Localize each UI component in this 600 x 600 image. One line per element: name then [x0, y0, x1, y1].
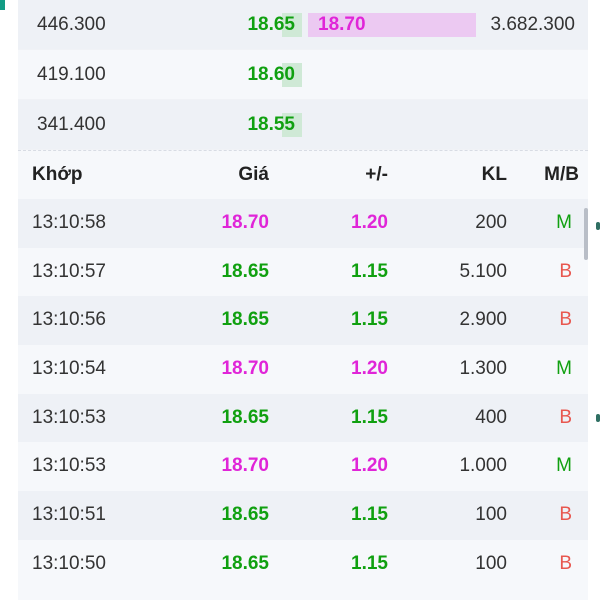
trade-time: 13:10:53	[32, 455, 106, 477]
trade-volume: 400	[475, 406, 507, 428]
trade-time: 13:10:54	[32, 358, 106, 380]
bid-price: 18.65	[247, 14, 295, 35]
trade-change: 1.15	[351, 504, 388, 526]
trade-row: 13:10:50 18.65 1.15 100 B	[18, 539, 588, 589]
trade-change: 1.20	[351, 358, 388, 380]
matched-trades-list[interactable]: 13:10:58 18.70 1.20 200 M 13:10:57 18.65 1.15 5.…	[18, 199, 588, 589]
ask-volume: 3.682.300	[490, 14, 575, 35]
trade-side: B	[559, 552, 572, 574]
trade-change: 1.15	[351, 309, 388, 331]
trade-price: 18.65	[221, 309, 269, 331]
right-edge-marker	[596, 222, 600, 230]
trade-time: 13:10:57	[32, 260, 106, 282]
trades-header: Khớp Giá +/- KL M/B	[18, 151, 588, 199]
bid-price: 18.60	[247, 64, 295, 85]
trade-change: 1.20	[351, 455, 388, 477]
header-price: Giá	[238, 164, 269, 185]
trade-volume: 5.100	[459, 260, 507, 282]
trade-volume: 100	[475, 504, 507, 526]
trade-side: B	[559, 309, 572, 331]
right-edge-marker	[596, 414, 600, 422]
trade-row: 13:10:56 18.65 1.15 2.900 B	[18, 296, 588, 346]
trade-side: M	[556, 455, 572, 477]
trade-volume: 2.900	[459, 309, 507, 331]
trade-side: M	[556, 358, 572, 380]
trade-change: 1.15	[351, 552, 388, 574]
trade-side: B	[559, 260, 572, 282]
scrollbar-thumb[interactable]	[584, 208, 588, 260]
trade-change: 1.20	[351, 212, 388, 233]
header-change: +/-	[365, 164, 388, 185]
trade-side: B	[559, 504, 572, 526]
trade-row: 13:10:53 18.70 1.20 1.000 M	[18, 442, 588, 492]
trade-price: 18.65	[221, 504, 269, 526]
trade-volume: 1.000	[459, 455, 507, 477]
trade-time: 13:10:50	[32, 552, 106, 574]
trade-price: 18.65	[221, 260, 269, 282]
trade-time: 13:10:51	[32, 504, 106, 526]
trade-row: 13:10:53 18.65 1.15 400 B	[18, 393, 588, 443]
trade-volume: 1.300	[459, 358, 507, 380]
header-side: M/B	[544, 164, 579, 185]
trade-price: 18.70	[221, 455, 269, 477]
trade-change: 1.15	[351, 406, 388, 428]
header-volume: KL	[481, 164, 507, 185]
trade-side: B	[559, 406, 572, 428]
order-book-panel: 446.300 18.65 18.70 3.682.300 419.100 18…	[18, 0, 588, 600]
bid-price: 18.55	[247, 114, 295, 135]
left-accent-bar	[0, 0, 5, 10]
trade-time: 13:10:58	[32, 212, 106, 233]
trade-price: 18.70	[221, 358, 269, 380]
bid-volume: 341.400	[37, 114, 106, 135]
depth-row: 446.300 18.65 18.70 3.682.300	[18, 0, 588, 50]
trade-time: 13:10:56	[32, 309, 106, 331]
trade-volume: 200	[475, 212, 507, 233]
trade-row: 13:10:57 18.65 1.15 5.100 B	[18, 247, 588, 297]
depth-row: 419.100 18.60	[18, 50, 588, 100]
ask-price: 18.70	[318, 14, 366, 35]
order-depth-section: 446.300 18.65 18.70 3.682.300 419.100 18…	[18, 0, 588, 150]
trade-change: 1.15	[351, 260, 388, 282]
trade-price: 18.65	[221, 406, 269, 428]
trade-row: 13:10:51 18.65 1.15 100 B	[18, 491, 588, 540]
trade-volume: 100	[475, 552, 507, 574]
trade-row: 13:10:54 18.70 1.20 1.300 M	[18, 345, 588, 394]
trade-price: 18.65	[221, 552, 269, 574]
bid-volume: 419.100	[37, 64, 106, 85]
header-time: Khớp	[32, 164, 83, 185]
trade-price: 18.70	[221, 212, 269, 233]
trade-row: 13:10:58 18.70 1.20 200 M	[18, 199, 588, 248]
bid-volume: 446.300	[37, 14, 106, 35]
trade-time: 13:10:53	[32, 406, 106, 428]
depth-row: 341.400 18.55	[18, 100, 588, 150]
trade-side: M	[556, 212, 572, 233]
